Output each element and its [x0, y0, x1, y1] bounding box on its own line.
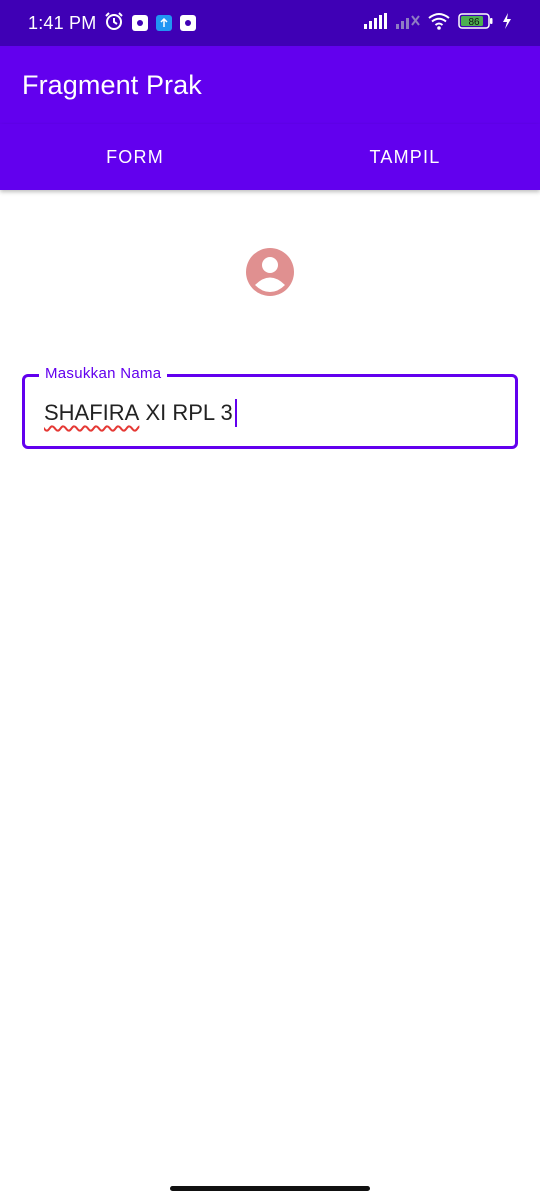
battery-level: 86: [468, 17, 480, 28]
account-circle-icon: [246, 248, 294, 296]
wifi-icon: [428, 12, 450, 35]
battery-icon: 86: [458, 12, 494, 35]
name-field-label: Masukkan Nama: [39, 365, 168, 382]
status-left: 1:41 PM: [28, 11, 197, 36]
tab-bar: FORM TAMPIL: [0, 124, 540, 190]
status-bar: 1:41 PM 86: [0, 0, 540, 46]
misspelled-word: SHAFIRA: [44, 400, 140, 425]
app-notification-icon: [132, 15, 149, 31]
upload-icon: [156, 15, 173, 31]
home-gesture-bar[interactable]: [170, 1186, 370, 1191]
name-field-value-rest: XI RPL 3: [139, 400, 233, 425]
status-time: 1:41 PM: [28, 12, 97, 33]
app-notification-icon: [180, 15, 197, 31]
name-field[interactable]: Masukkan Nama SHAFIRA XI RPL 3: [22, 365, 518, 449]
app-title: Fragment Prak: [22, 69, 202, 100]
signal-icon: [364, 12, 388, 34]
tab-form[interactable]: FORM: [0, 124, 270, 190]
charging-icon: [502, 12, 512, 34]
app-bar: Fragment Prak: [0, 46, 540, 124]
tab-tampil[interactable]: TAMPIL: [270, 124, 540, 190]
signal-no-sim-icon: [396, 13, 420, 34]
name-field-value[interactable]: SHAFIRA XI RPL 3: [44, 399, 237, 427]
alarm-icon: [104, 11, 124, 36]
text-cursor: [234, 399, 237, 427]
status-right: 86: [364, 12, 512, 35]
